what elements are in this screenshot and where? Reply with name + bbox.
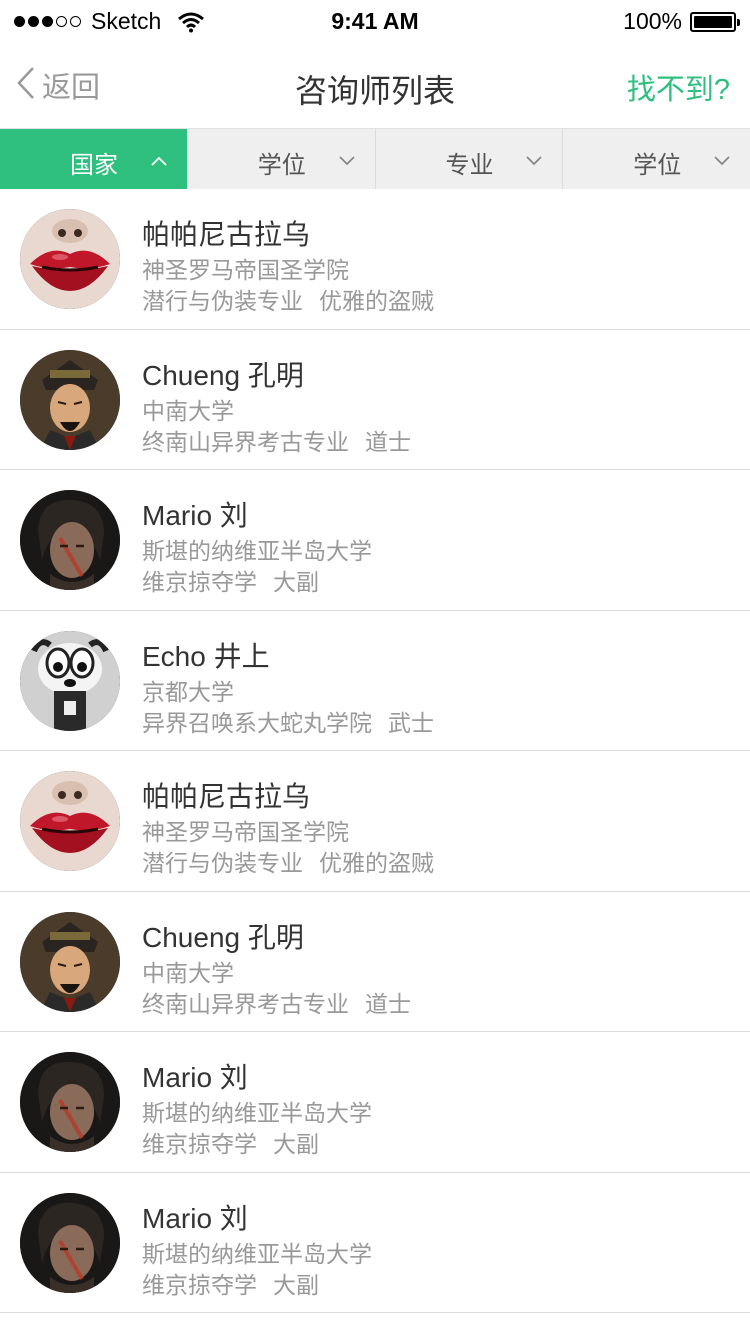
- advisor-name: Mario 刘: [142, 1202, 248, 1234]
- filter-bar: 国家 学位 专业 学位: [0, 128, 750, 189]
- advisor-name: 帕帕尼古拉乌: [142, 781, 311, 812]
- avatar: [20, 349, 120, 450]
- avatar: [20, 911, 120, 1012]
- advisor-major: 潜行与伪装专业: [142, 288, 303, 314]
- advisor-row[interactable]: Echo 井上 京都大学 异界召唤系大蛇丸学院 武士: [0, 611, 750, 751]
- filter-country[interactable]: 国家: [0, 129, 187, 189]
- filter-major[interactable]: 专业: [374, 129, 563, 189]
- filter-label: 专业: [445, 152, 494, 179]
- advisor-row[interactable]: Chueng 孔明 中南大学 终南山异界考古专业 道士: [0, 330, 750, 470]
- advisor-school: 斯堪的纳维亚半岛大学: [142, 1240, 372, 1267]
- chevron-down-icon: [526, 153, 542, 171]
- advisor-name: Chueng 孔明: [142, 921, 304, 953]
- advisor-row[interactable]: Mario 刘 斯堪的纳维亚半岛大学 维京掠夺学 大副: [0, 470, 750, 611]
- advisor-school: 中南大学: [142, 959, 234, 986]
- advisor-name: Mario 刘: [142, 500, 248, 531]
- advisor-list: 帕帕尼古拉乌 神圣罗马帝国圣学院 潜行与伪装专业 优雅的盗贼 Chueng 孔明 …: [0, 189, 750, 1313]
- advisor-degree: 武士: [388, 709, 434, 736]
- advisor-degree: 优雅的盗贼: [319, 850, 434, 876]
- advisor-detail: 维京掠夺学 大副: [142, 1125, 319, 1159]
- filter-label: 学位: [633, 152, 682, 179]
- advisor-name: Echo 井上: [142, 640, 270, 672]
- advisor-school: 京都大学: [142, 678, 234, 705]
- advisor-major: 终南山异界考古专业: [142, 990, 349, 1017]
- avatar: [20, 1052, 120, 1152]
- avatar: [20, 771, 120, 871]
- avatar: [20, 1192, 120, 1293]
- avatar: [20, 209, 120, 309]
- advisor-major: 异界召唤系大蛇丸学院: [142, 709, 372, 736]
- advisor-row[interactable]: 帕帕尼古拉乌 神圣罗马帝国圣学院 潜行与伪装专业 优雅的盗贼: [0, 751, 750, 892]
- status-bar: Sketch 9:41 AM 100%: [0, 0, 750, 44]
- battery-percent: 100%: [623, 8, 682, 34]
- chevron-down-icon: [714, 153, 730, 171]
- advisor-major: 潜行与伪装专业: [142, 850, 303, 876]
- advisor-name: Chueng 孔明: [142, 359, 304, 391]
- advisor-major: 维京掠夺学: [142, 1131, 257, 1157]
- advisor-detail: 终南山异界考古专业 道士: [142, 423, 411, 457]
- advisor-degree: 大副: [273, 1131, 319, 1157]
- advisor-school: 斯堪的纳维亚半岛大学: [142, 1100, 372, 1126]
- avatar: [20, 630, 120, 731]
- advisor-detail: 终南山异界考古专业 道士: [142, 985, 411, 1019]
- advisor-school: 神圣罗马帝国圣学院: [142, 257, 349, 283]
- advisor-degree: 道士: [365, 428, 411, 455]
- advisor-detail: 维京掠夺学 大副: [142, 1266, 319, 1300]
- advisor-school: 斯堪的纳维亚半岛大学: [142, 538, 372, 564]
- filter-label: 学位: [257, 152, 306, 179]
- navigation-bar: 返回 咨询师列表 找不到?: [0, 44, 750, 128]
- advisor-degree: 大副: [273, 569, 319, 595]
- advisor-name: Mario 刘: [142, 1062, 248, 1093]
- battery-icon: [690, 11, 740, 32]
- avatar: [20, 490, 120, 590]
- advisor-degree: 优雅的盗贼: [319, 288, 434, 314]
- advisor-detail: 潜行与伪装专业 优雅的盗贼: [142, 844, 434, 878]
- filter-degree[interactable]: 学位: [186, 129, 375, 189]
- advisor-detail: 维京掠夺学 大副: [142, 563, 319, 597]
- not-found-button[interactable]: 找不到?: [627, 66, 730, 108]
- advisor-row[interactable]: 帕帕尼古拉乌 神圣罗马帝国圣学院 潜行与伪装专业 优雅的盗贼: [0, 189, 750, 330]
- advisor-major: 终南山异界考古专业: [142, 428, 349, 455]
- advisor-detail: 潜行与伪装专业 优雅的盗贼: [142, 282, 434, 316]
- chevron-down-icon: [338, 153, 355, 171]
- advisor-major: 维京掠夺学: [142, 1271, 257, 1298]
- advisor-row[interactable]: Mario 刘 斯堪的纳维亚半岛大学 维京掠夺学 大副: [0, 1032, 750, 1173]
- advisor-name: 帕帕尼古拉乌: [142, 219, 311, 250]
- chevron-up-icon: [151, 153, 167, 171]
- filter-label: 国家: [70, 152, 118, 179]
- status-right: 100%: [623, 8, 740, 35]
- advisor-degree: 道士: [365, 990, 411, 1017]
- advisor-detail: 异界召唤系大蛇丸学院 武士: [142, 704, 434, 738]
- advisor-major: 维京掠夺学: [142, 569, 257, 595]
- advisor-degree: 大副: [273, 1271, 319, 1298]
- advisor-row[interactable]: Chueng 孔明 中南大学 终南山异界考古专业 道士: [0, 892, 750, 1032]
- advisor-school: 中南大学: [142, 397, 234, 424]
- filter-degree-2[interactable]: 学位: [562, 129, 750, 189]
- advisor-row[interactable]: Mario 刘 斯堪的纳维亚半岛大学 维京掠夺学 大副: [0, 1173, 750, 1313]
- advisor-school: 神圣罗马帝国圣学院: [142, 819, 349, 845]
